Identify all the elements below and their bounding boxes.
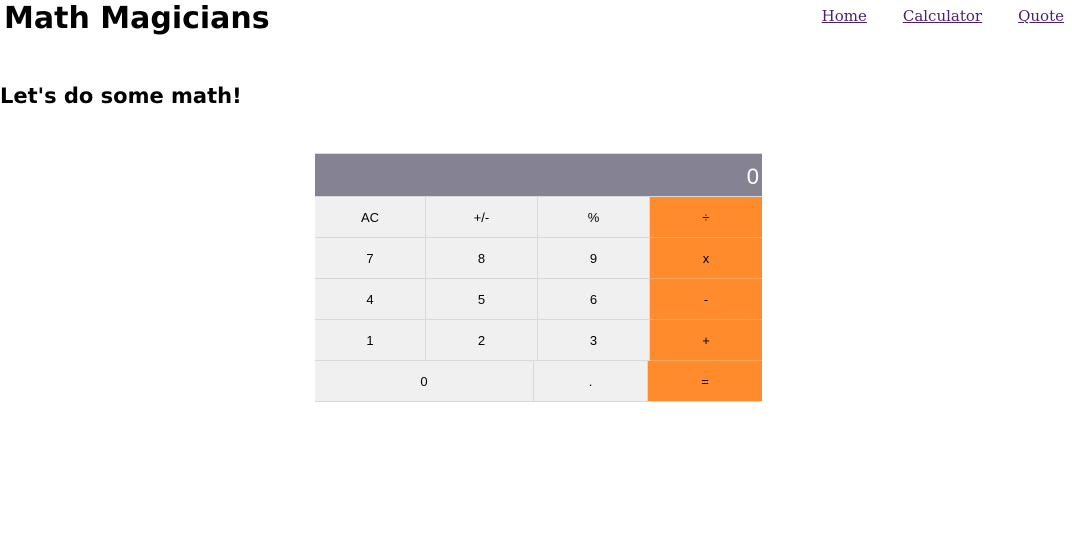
page-heading: Let's do some math! (0, 84, 242, 108)
decimal-point-button[interactable]: . (534, 361, 648, 402)
calculator-row: 4 5 6 - (315, 279, 762, 320)
add-button[interactable]: + (650, 320, 762, 361)
divide-button[interactable]: ÷ (650, 197, 762, 238)
digit-8-button[interactable]: 8 (426, 238, 538, 279)
nav-link-home[interactable]: Home (822, 6, 867, 26)
nav-link-quote[interactable]: Quote (1018, 6, 1064, 26)
digit-1-button[interactable]: 1 (315, 320, 426, 361)
calculator-row: 1 2 3 + (315, 320, 762, 361)
calculator-row: 0 . = (315, 361, 762, 402)
digit-6-button[interactable]: 6 (538, 279, 650, 320)
subtract-button[interactable]: - (650, 279, 762, 320)
digit-9-button[interactable]: 9 (538, 238, 650, 279)
digit-0-button[interactable]: 0 (315, 361, 534, 402)
calculator: 0 AC +/- % ÷ 7 8 9 x 4 5 6 - 1 2 3 + 0 .… (315, 153, 762, 402)
app-title: Math Magicians (4, 1, 270, 36)
equals-button[interactable]: = (648, 361, 762, 402)
digit-2-button[interactable]: 2 (426, 320, 538, 361)
calculator-row: 7 8 9 x (315, 238, 762, 279)
toggle-sign-button[interactable]: +/- (426, 197, 538, 238)
digit-3-button[interactable]: 3 (538, 320, 650, 361)
nav-link-calculator[interactable]: Calculator (903, 6, 982, 26)
percent-button[interactable]: % (538, 197, 650, 238)
digit-7-button[interactable]: 7 (315, 238, 426, 279)
all-clear-button[interactable]: AC (315, 197, 426, 238)
multiply-button[interactable]: x (650, 238, 762, 279)
digit-5-button[interactable]: 5 (426, 279, 538, 320)
header: Math Magicians Home Calculator Quote (0, 0, 1072, 40)
calculator-display: 0 (315, 154, 762, 197)
calculator-row: AC +/- % ÷ (315, 197, 762, 238)
digit-4-button[interactable]: 4 (315, 279, 426, 320)
main-nav: Home Calculator Quote (822, 6, 1064, 26)
